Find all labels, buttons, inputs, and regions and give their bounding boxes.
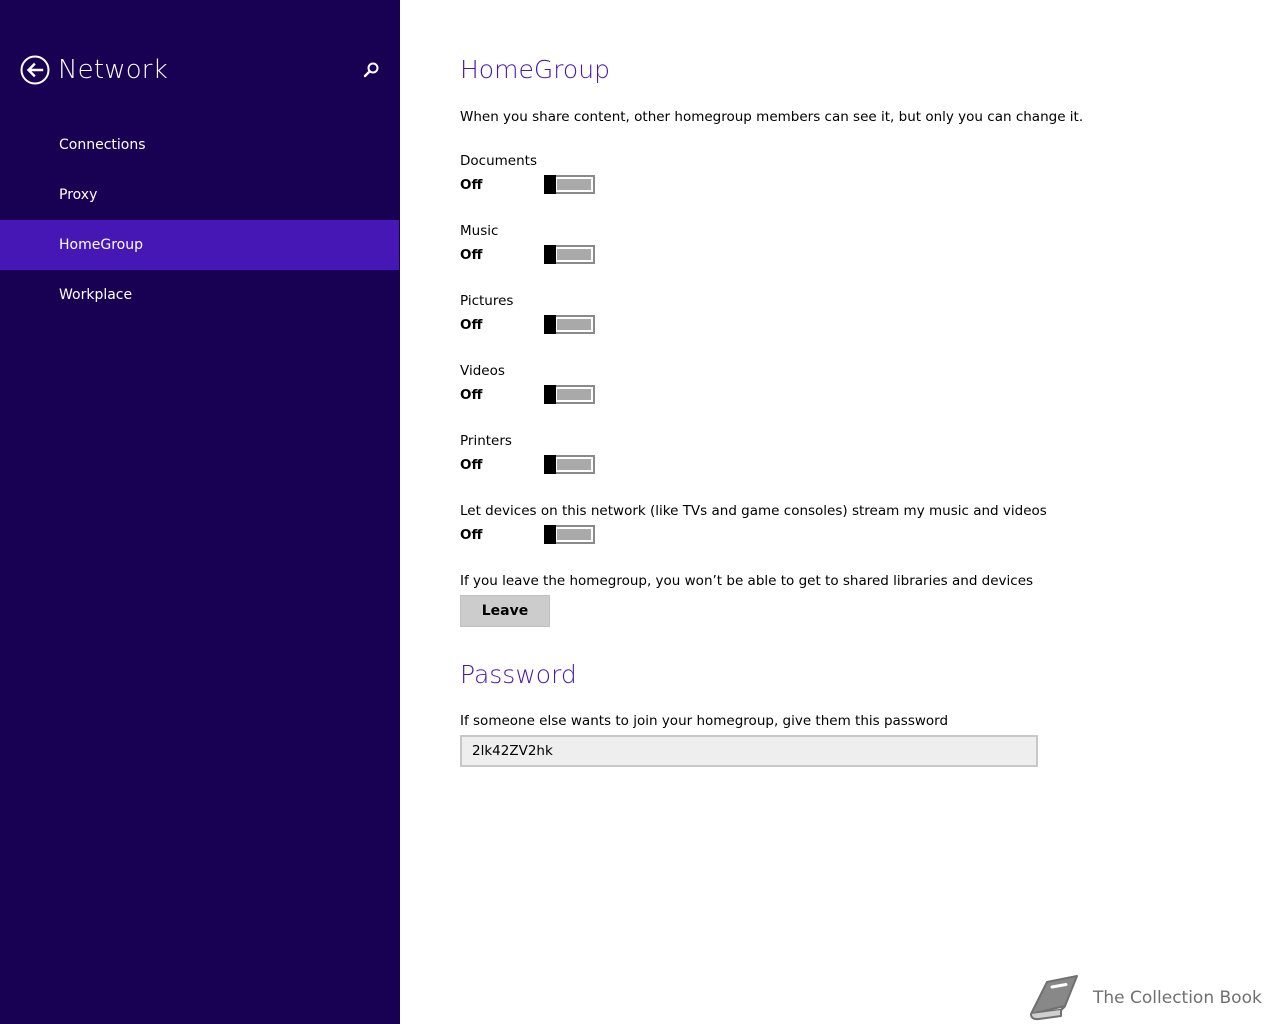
page-title: Network bbox=[58, 55, 168, 85]
printers-state: Off bbox=[460, 457, 483, 473]
printers-label: Printers bbox=[460, 433, 512, 449]
media-streaming-label: Let devices on this network (like TVs an… bbox=[460, 503, 1047, 519]
sidebar-nav: Connections Proxy HomeGroup Workplace bbox=[0, 120, 399, 320]
music-label: Music bbox=[460, 223, 499, 239]
homegroup-heading: HomeGroup bbox=[460, 55, 610, 84]
sidebar: Network Connections Proxy HomeGroup Work… bbox=[0, 0, 400, 1024]
documents-toggle[interactable] bbox=[544, 175, 595, 194]
password-heading: Password bbox=[460, 660, 577, 689]
search-icon bbox=[363, 62, 379, 78]
documents-label: Documents bbox=[460, 153, 537, 169]
back-button[interactable] bbox=[20, 55, 50, 85]
sidebar-item-workplace[interactable]: Workplace bbox=[0, 270, 399, 320]
videos-toggle[interactable] bbox=[544, 385, 595, 404]
watermark-text: The Collection Book bbox=[1093, 988, 1262, 1008]
book-icon bbox=[1030, 975, 1078, 1021]
pictures-state: Off bbox=[460, 317, 483, 333]
sidebar-divider bbox=[399, 0, 400, 1024]
media-streaming-state: Off bbox=[460, 527, 483, 543]
leave-button[interactable]: Leave bbox=[460, 595, 550, 627]
watermark: The Collection Book bbox=[1025, 972, 1275, 1022]
pictures-toggle[interactable] bbox=[544, 315, 595, 334]
videos-state: Off bbox=[460, 387, 483, 403]
search-button[interactable] bbox=[361, 60, 381, 80]
sidebar-item-proxy[interactable]: Proxy bbox=[0, 170, 399, 220]
media-streaming-toggle[interactable] bbox=[544, 525, 595, 544]
printers-toggle[interactable] bbox=[544, 455, 595, 474]
back-arrow-icon bbox=[20, 55, 50, 85]
password-description: If someone else wants to join your homeg… bbox=[460, 713, 949, 729]
homegroup-description: When you share content, other homegroup … bbox=[460, 109, 1084, 125]
sidebar-item-homegroup[interactable]: HomeGroup bbox=[0, 220, 399, 270]
password-field[interactable] bbox=[460, 735, 1038, 767]
leave-description: If you leave the homegroup, you won’t be… bbox=[460, 573, 1034, 589]
sidebar-item-connections[interactable]: Connections bbox=[0, 120, 399, 170]
videos-label: Videos bbox=[460, 363, 505, 379]
music-toggle[interactable] bbox=[544, 245, 595, 264]
pictures-label: Pictures bbox=[460, 293, 514, 309]
music-state: Off bbox=[460, 247, 483, 263]
documents-state: Off bbox=[460, 177, 483, 193]
